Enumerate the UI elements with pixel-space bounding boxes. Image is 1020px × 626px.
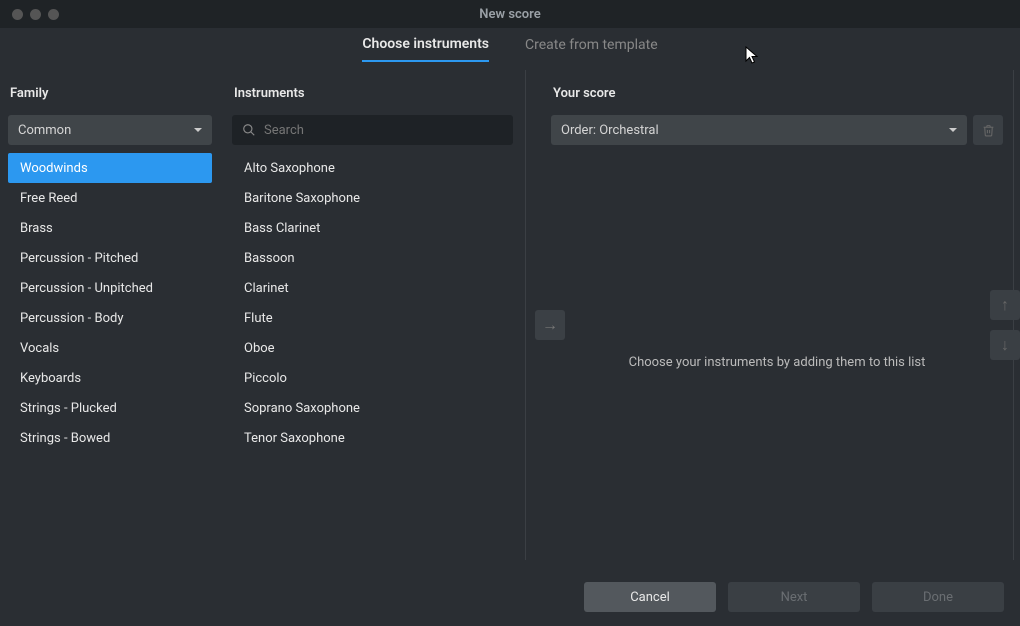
arrow-up-icon: ↑ — [1001, 295, 1009, 315]
cancel-button[interactable]: Cancel — [584, 582, 716, 612]
family-category-value: Common — [18, 123, 71, 138]
instrument-item[interactable]: Piccolo — [232, 363, 513, 393]
instrument-item[interactable]: Oboe — [232, 333, 513, 363]
tab-choose-instruments[interactable]: Choose instruments — [362, 36, 489, 62]
arrow-down-icon: ↓ — [1001, 335, 1009, 355]
score-header: Your score — [553, 86, 1003, 101]
delete-instrument-button[interactable] — [973, 115, 1003, 145]
family-item[interactable]: Percussion - Unpitched — [8, 273, 212, 303]
family-item[interactable]: Free Reed — [8, 183, 212, 213]
instrument-item[interactable]: Bassoon — [232, 243, 513, 273]
instrument-search-input[interactable] — [264, 123, 503, 138]
tab-create-from-template[interactable]: Create from template — [525, 37, 658, 61]
instruments-header: Instruments — [234, 86, 513, 101]
window-title: New score — [0, 7, 1020, 22]
footer-buttons: Cancel Next Done — [584, 582, 1004, 612]
instruments-panel: Instruments Alto SaxophoneBaritone Saxop… — [224, 70, 526, 560]
tabs: Choose instruments Create from template — [0, 28, 1020, 70]
family-item[interactable]: Percussion - Body — [8, 303, 212, 333]
family-header: Family — [10, 86, 212, 101]
done-button[interactable]: Done — [872, 582, 1004, 612]
family-item[interactable]: Percussion - Pitched — [8, 243, 212, 273]
score-empty-hint: Choose your instruments by adding them t… — [551, 355, 1003, 370]
move-down-button[interactable]: ↓ — [990, 330, 1020, 360]
score-panel: Your score Order: Orchestral Choose your… — [526, 70, 1014, 560]
instrument-item[interactable]: Flute — [232, 303, 513, 333]
instrument-search[interactable] — [232, 115, 513, 145]
family-item[interactable]: Strings - Plucked — [8, 393, 212, 423]
score-order-value: Order: Orchestral — [561, 123, 659, 138]
family-item[interactable]: Strings - Bowed — [8, 423, 212, 453]
next-button[interactable]: Next — [728, 582, 860, 612]
trash-icon — [982, 124, 995, 137]
instrument-item[interactable]: Bass Clarinet — [232, 213, 513, 243]
search-icon — [242, 123, 256, 137]
score-order-select[interactable]: Order: Orchestral — [551, 115, 967, 145]
family-item[interactable]: Woodwinds — [8, 153, 212, 183]
family-item[interactable]: Vocals — [8, 333, 212, 363]
family-category-select[interactable]: Common — [8, 115, 212, 145]
reorder-controls: ↑ ↓ — [990, 290, 1020, 360]
family-item[interactable]: Brass — [8, 213, 212, 243]
chevron-down-icon — [194, 128, 202, 132]
instrument-item[interactable]: Baritone Saxophone — [232, 183, 513, 213]
titlebar: New score — [0, 0, 1020, 28]
instrument-item[interactable]: Clarinet — [232, 273, 513, 303]
family-panel: Family Common WoodwindsFree ReedBrassPer… — [0, 70, 220, 560]
instrument-item[interactable]: Alto Saxophone — [232, 153, 513, 183]
chevron-down-icon — [949, 128, 957, 132]
instrument-item[interactable]: Tenor Saxophone — [232, 423, 513, 453]
instrument-item[interactable]: Soprano Saxophone — [232, 393, 513, 423]
family-item[interactable]: Keyboards — [8, 363, 212, 393]
instruments-list: Alto SaxophoneBaritone SaxophoneBass Cla… — [232, 153, 513, 453]
family-list: WoodwindsFree ReedBrassPercussion - Pitc… — [8, 153, 212, 453]
move-up-button[interactable]: ↑ — [990, 290, 1020, 320]
